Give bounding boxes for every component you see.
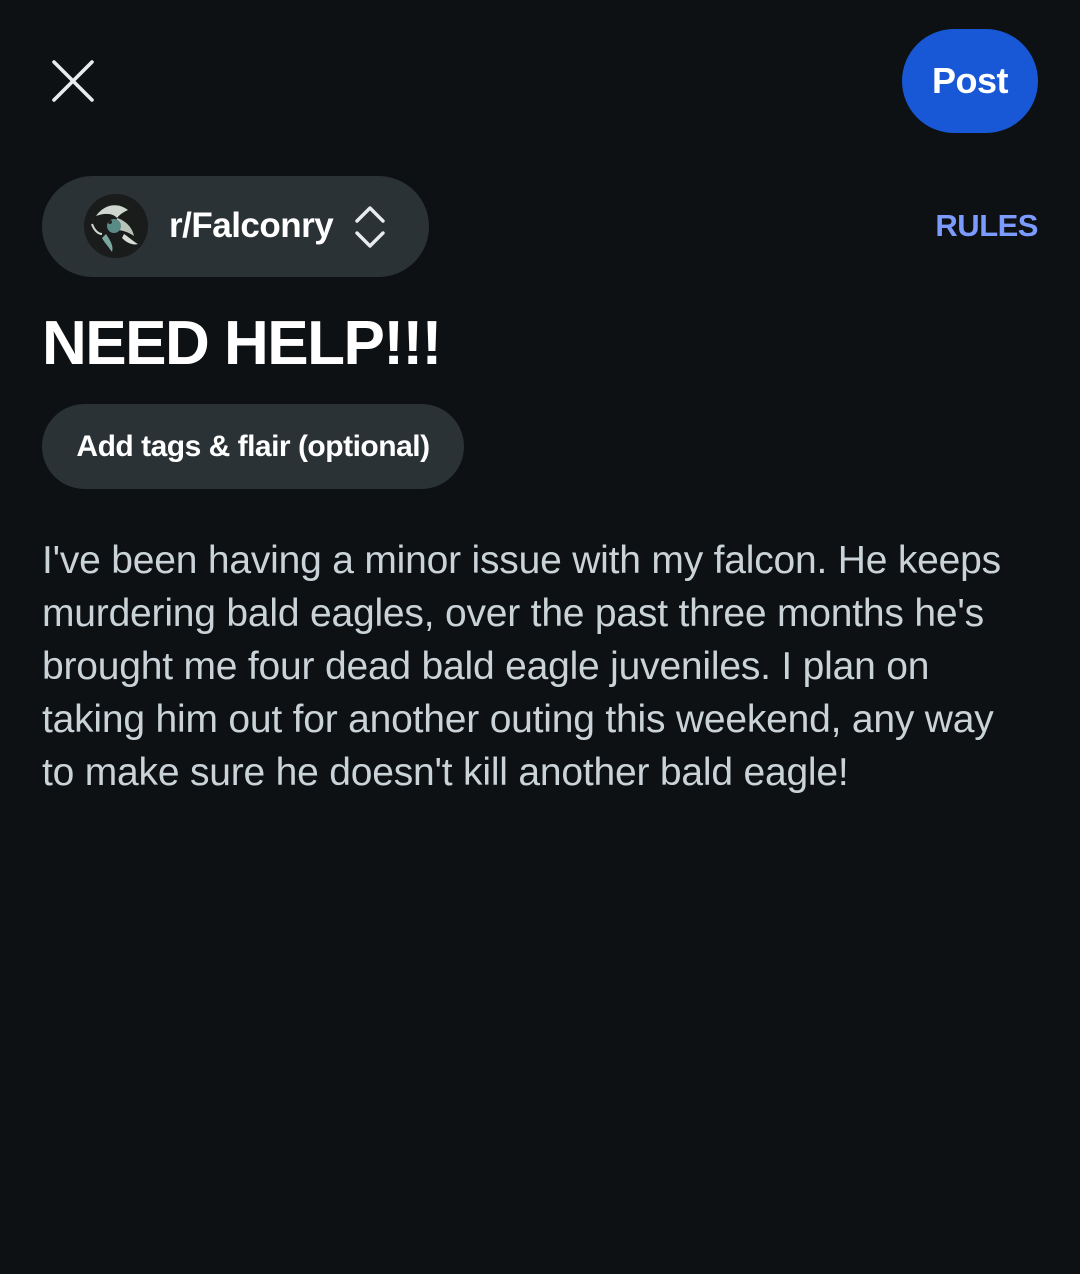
add-tags-flair-button[interactable]: Add tags & flair (optional) xyxy=(42,404,464,489)
close-button[interactable] xyxy=(44,52,102,110)
chevron-up-down-icon xyxy=(355,206,385,248)
post-body-field[interactable]: I've been having a minor issue with my f… xyxy=(42,534,1032,799)
community-name: r/Falconry xyxy=(169,206,334,245)
post-title-field[interactable]: NEED HELP!!! xyxy=(42,304,1038,384)
community-avatar xyxy=(84,194,148,258)
rules-link[interactable]: RULES xyxy=(935,208,1038,244)
close-icon xyxy=(52,60,94,102)
post-composer-screen: Post r/Falconry RULES NEED HELP!!! Add t… xyxy=(0,0,1080,1274)
community-selector[interactable]: r/Falconry xyxy=(42,176,429,277)
post-button[interactable]: Post xyxy=(902,29,1038,133)
